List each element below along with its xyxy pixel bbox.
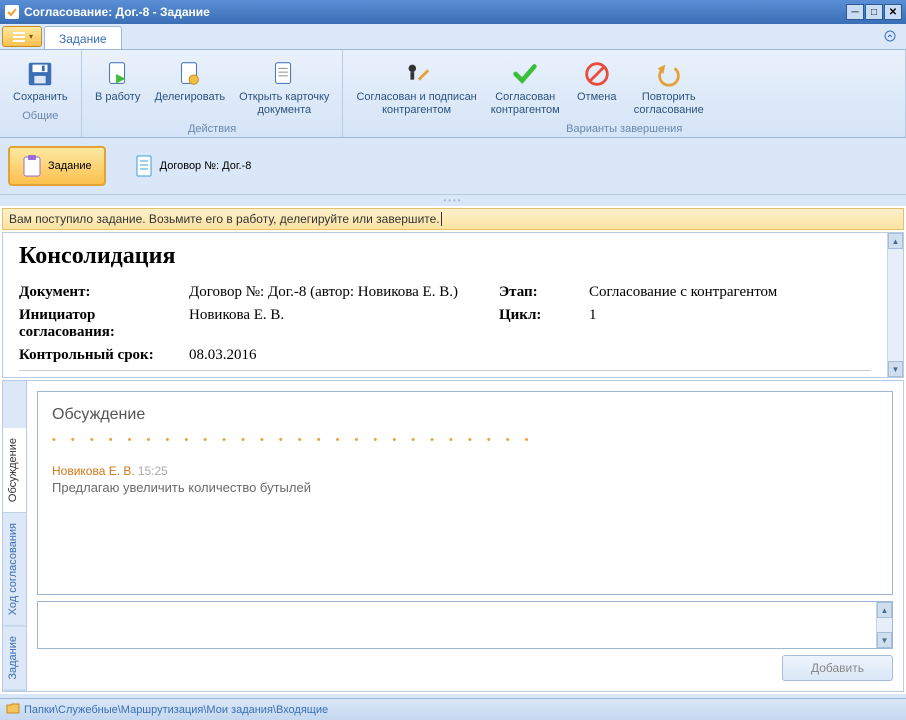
document-play-icon — [103, 57, 133, 91]
minimize-button[interactable]: ─ — [846, 4, 864, 20]
ribbon-group-actions: В работу Делегировать Открыть карточку д… — [82, 50, 344, 137]
statusbar-path: Папки\Служебные\Маршрутизация\Мои задани… — [24, 704, 328, 716]
value-deadline: 08.03.2016 — [189, 347, 499, 364]
agreed-signed-button[interactable]: Согласован и подписан контрагентом — [349, 54, 483, 120]
label-cycle: Цикл: — [499, 307, 589, 341]
splitter-handle[interactable]: •••• — [0, 195, 906, 206]
message-author: Новикова Е. В. — [52, 464, 135, 478]
save-icon — [25, 57, 55, 91]
label-stage: Этап: — [499, 284, 589, 301]
ribbon-group-common: Сохранить Общие — [0, 50, 82, 137]
page-title: Консолидация — [19, 243, 871, 270]
scroll-track[interactable] — [877, 618, 892, 632]
agreed-button[interactable]: Согласован контрагентом — [484, 54, 567, 120]
info-scrollbar[interactable]: ▲ ▼ — [887, 233, 903, 377]
close-button[interactable]: ✕ — [884, 4, 902, 20]
input-scrollbar[interactable]: ▲ ▼ — [876, 602, 892, 648]
cancel-button[interactable]: Отмена — [567, 54, 627, 120]
ribbon-group-common-label: Общие — [6, 107, 75, 122]
scroll-track[interactable] — [888, 249, 903, 361]
docbar-task-button[interactable]: Задание — [8, 146, 106, 186]
info-panel-wrap: Консолидация Документ: Договор №: Дог.-8… — [2, 232, 904, 378]
side-tabs: Задание Ход согласования Обсуждение — [3, 381, 27, 691]
label-initiator: Инициатор согласования: — [19, 307, 189, 341]
open-document-card-button[interactable]: Открыть карточку документа — [232, 54, 336, 120]
message-time: 15:25 — [138, 464, 168, 478]
maximize-button[interactable]: □ — [865, 4, 883, 20]
scroll-down-icon[interactable]: ▼ — [877, 632, 892, 648]
take-to-work-button[interactable]: В работу — [88, 54, 148, 120]
document-bar: Задание Договор №: Дог.-8 — [0, 138, 906, 195]
save-button[interactable]: Сохранить — [6, 54, 75, 107]
value-cycle: 1 — [589, 307, 871, 341]
add-button[interactable]: Добавить — [782, 655, 893, 681]
side-tab-discussion[interactable]: Обсуждение — [3, 428, 26, 513]
scroll-up-icon[interactable]: ▲ — [877, 602, 892, 618]
clipboard-icon — [22, 154, 42, 178]
value-document: Договор №: Дог.-8 (автор: Новикова Е. В.… — [189, 284, 499, 301]
discussion-input-box: ▲ ▼ — [37, 601, 893, 649]
discussion-box: Обсуждение • • • • • • • • • • • • • • •… — [37, 391, 893, 595]
side-tab-task[interactable]: Задание — [3, 626, 26, 691]
tab-task[interactable]: Задание — [44, 26, 122, 49]
message-text: Предлагаю увеличить количество бутылей — [52, 480, 878, 495]
discussion-title: Обсуждение — [52, 406, 878, 424]
label-deadline: Контрольный срок: — [19, 347, 189, 364]
signature-icon — [402, 57, 432, 91]
app-icon — [4, 4, 20, 20]
label-document: Документ: — [19, 284, 189, 301]
titlebar: Согласование: Дог.-8 - Задание ─ □ ✕ — [0, 0, 906, 24]
hint-text: Вам поступило задание. Возьмите его в ра… — [9, 212, 442, 226]
quick-access-menu[interactable]: ▾ — [2, 26, 42, 47]
ribbon-group-completion-label: Варианты завершения — [349, 120, 899, 135]
collapse-ribbon-icon[interactable] — [874, 24, 906, 49]
hint-bar: Вам поступило задание. Возьмите его в ра… — [2, 208, 904, 230]
docbar-document-label: Договор №: Дог.-8 — [160, 160, 252, 172]
tab-strip: ▾ Задание — [0, 24, 906, 50]
document-card-icon — [269, 57, 299, 91]
undo-icon — [654, 57, 684, 91]
document-lines-icon — [134, 154, 154, 178]
side-tab-progress[interactable]: Ход согласования — [3, 513, 26, 626]
add-row: Добавить — [37, 649, 893, 681]
window-title: Согласование: Дог.-8 - Задание — [24, 5, 845, 19]
discussion-panel: Обсуждение • • • • • • • • • • • • • • •… — [27, 381, 903, 691]
ribbon-group-completion: Согласован и подписан контрагентом Согла… — [343, 50, 906, 137]
document-user-icon — [175, 57, 205, 91]
check-icon — [510, 57, 540, 91]
folder-icon — [6, 702, 20, 717]
scroll-up-icon[interactable]: ▲ — [888, 233, 903, 249]
value-initiator: Новикова Е. В. — [189, 307, 499, 341]
value-stage: Согласование с контрагентом — [589, 284, 871, 301]
statusbar: Папки\Служебные\Маршрутизация\Мои задани… — [0, 698, 906, 720]
scroll-down-icon[interactable]: ▼ — [888, 361, 903, 377]
ribbon: Сохранить Общие В работу Делегировать От… — [0, 50, 906, 138]
info-panel: Консолидация Документ: Договор №: Дог.-8… — [3, 233, 887, 377]
delegate-button[interactable]: Делегировать — [148, 54, 233, 120]
docbar-task-label: Задание — [48, 160, 92, 172]
repeat-button[interactable]: Повторить согласование — [627, 54, 711, 120]
dot-divider: • • • • • • • • • • • • • • • • • • • • … — [52, 434, 878, 446]
discussion-input[interactable] — [38, 602, 876, 648]
discussion-message: Новикова Е. В. 15:25 Предлагаю увеличить… — [52, 464, 878, 495]
prohibit-icon — [582, 57, 612, 91]
lower-section: Задание Ход согласования Обсуждение Обсу… — [2, 380, 904, 692]
docbar-document-button[interactable]: Договор №: Дог.-8 — [122, 148, 264, 184]
ribbon-group-actions-label: Действия — [88, 120, 337, 135]
